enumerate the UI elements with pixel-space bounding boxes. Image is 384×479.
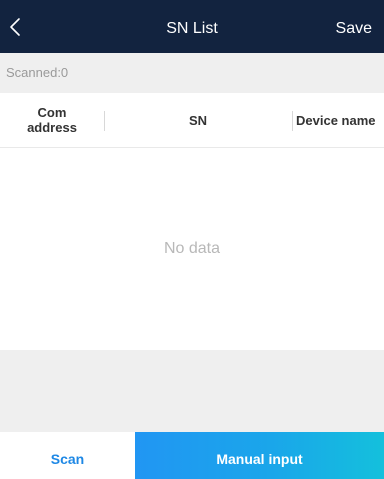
column-header-device-name: Device name <box>296 112 376 128</box>
empty-state-text: No data <box>163 240 221 257</box>
scan-button[interactable]: Scan <box>0 432 135 479</box>
save-button[interactable]: Save <box>336 0 372 53</box>
column-header-com-address: Com address <box>27 105 77 135</box>
manual-input-button[interactable]: Manual input <box>135 432 384 479</box>
column-header-sn: SN <box>188 112 208 128</box>
chevron-left-icon <box>10 18 20 36</box>
back-button[interactable] <box>0 0 44 53</box>
header-bar: SN List Save <box>0 0 384 53</box>
spacer-area <box>0 350 384 432</box>
bottom-action-bar: Scan Manual input <box>0 432 384 479</box>
table-body: No data <box>0 148 384 350</box>
sn-list-screen: SN List Save Scanned:0 Com address SN De… <box>0 0 384 479</box>
page-title: SN List <box>166 20 218 37</box>
table-header: Com address SN Device name <box>0 93 384 148</box>
scanned-count: Scanned:0 <box>0 53 384 93</box>
